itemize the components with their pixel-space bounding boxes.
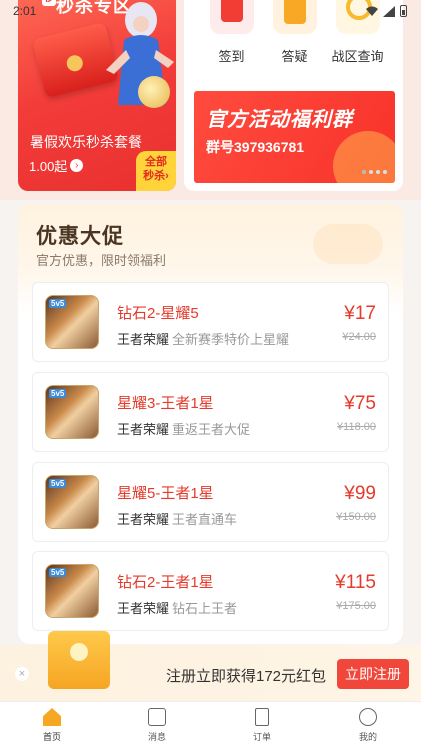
status-icons — [366, 5, 407, 17]
promo-item[interactable]: 5v5 星耀5-王者1星 王者荣耀 王者直通车 ¥99 ¥150.00 — [32, 462, 389, 542]
battery-icon — [400, 5, 407, 17]
status-bar: 2:01 — [0, 0, 421, 22]
item-description: 钻石上王者 — [172, 601, 238, 616]
tab-messages[interactable]: 消息 — [127, 708, 187, 743]
flash-sale-price: 1.00起 › — [29, 156, 84, 175]
promo-item[interactable]: 5v5 钻石2-星耀5 王者荣耀 全新赛季特价上星耀 ¥17 ¥24.00 — [32, 282, 389, 362]
cloud-decoration — [313, 224, 383, 264]
item-price: ¥115 — [335, 572, 376, 593]
order-icon — [255, 708, 269, 726]
register-promo-bar: × 注册立即获得172元红包 立即注册 — [0, 631, 421, 701]
game-tag: 5v5 — [49, 479, 67, 488]
item-original-price: ¥24.00 — [342, 331, 376, 343]
tab-label: 首页 — [42, 732, 61, 742]
item-price: ¥99 — [344, 483, 376, 504]
quick-action-label: 战区查询 — [331, 49, 384, 64]
tab-orders[interactable]: 订单 — [232, 708, 292, 743]
tab-label: 我的 — [358, 732, 377, 742]
home-icon — [43, 708, 61, 726]
item-original-price: ¥118.00 — [337, 421, 376, 433]
status-time: 2:01 — [13, 4, 37, 18]
game-thumbnail: 5v5 — [45, 295, 99, 349]
item-game: 王者荣耀 — [117, 512, 170, 527]
item-title: 钻石2-星耀5 — [117, 305, 199, 322]
red-envelope-gift-image — [48, 631, 110, 689]
flash-sale-card[interactable]: 秒 秒杀专区 暑假欢乐秒杀套餐 1.00起 › 全部 秒杀› — [18, 0, 176, 191]
item-title: 星耀5-王者1星 — [117, 485, 214, 502]
all-flash-label-1: 全部 — [145, 156, 167, 168]
promo-item[interactable]: 5v5 星耀3-王者1星 王者荣耀 重返王者大促 ¥75 ¥118.00 — [32, 372, 389, 452]
game-thumbnail: 5v5 — [45, 564, 99, 618]
item-price: ¥17 — [344, 303, 376, 324]
item-original-price: ¥175.00 — [336, 600, 376, 612]
tab-profile[interactable]: 我的 — [338, 708, 398, 743]
item-game: 王者荣耀 — [117, 332, 170, 347]
quick-actions-card: 签到 答疑 战区查询 官方活动福利群 群号397936781 — [184, 0, 403, 191]
all-flash-label-2: 秒杀› — [143, 170, 169, 182]
tab-home[interactable]: 首页 — [22, 708, 82, 743]
quick-action-label: 签到 — [218, 49, 245, 64]
banner-pagination — [362, 170, 387, 174]
flash-sale-price-text: 1.00起 — [29, 159, 68, 174]
flash-sale-package-name: 暑假欢乐秒杀套餐 — [30, 134, 142, 150]
item-original-price: ¥150.00 — [336, 511, 376, 523]
item-description: 王者直通车 — [172, 512, 238, 527]
gold-coin-image — [138, 76, 170, 108]
promo-section: 优惠大促 官方优惠，限时领福利 5v5 钻石2-星耀5 王者荣耀 全新赛季特价上… — [18, 204, 403, 644]
welfare-group-banner[interactable]: 官方活动福利群 群号397936781 — [194, 91, 395, 183]
item-description: 重返王者大促 — [172, 422, 251, 437]
tab-label: 消息 — [147, 732, 166, 742]
game-thumbnail: 5v5 — [45, 475, 99, 529]
banner-title: 官方活动福利群 — [206, 109, 353, 131]
banner-group-number: 群号397936781 — [206, 139, 305, 155]
game-tag: 5v5 — [49, 568, 67, 577]
item-title: 钻石2-王者1星 — [117, 574, 214, 591]
game-tag: 5v5 — [49, 299, 67, 308]
bottom-tab-bar: 首页 消息 订单 我的 — [0, 701, 421, 748]
all-flash-sale-button[interactable]: 全部 秒杀› — [136, 151, 176, 191]
quick-action-label: 答疑 — [281, 49, 308, 64]
promo-subtitle: 官方优惠，限时领福利 — [36, 253, 167, 268]
banner-decoration — [333, 131, 395, 183]
promo-title: 优惠大促 — [36, 225, 124, 248]
message-icon — [148, 708, 166, 726]
profile-icon — [359, 708, 377, 726]
item-game: 王者荣耀 — [117, 422, 170, 437]
register-now-button[interactable]: 立即注册 — [337, 659, 409, 689]
item-price: ¥75 — [344, 393, 376, 414]
tab-label: 订单 — [252, 732, 271, 742]
chevron-right-icon: › — [70, 159, 84, 172]
close-icon[interactable]: × — [15, 667, 29, 681]
promo-item[interactable]: 5v5 钻石2-王者1星 王者荣耀 钻石上王者 ¥115 ¥175.00 — [32, 551, 389, 631]
game-thumbnail: 5v5 — [45, 385, 99, 439]
item-title: 星耀3-王者1星 — [117, 395, 214, 412]
item-description: 全新赛季特价上星耀 — [172, 332, 290, 347]
game-tag: 5v5 — [49, 389, 67, 398]
register-promo-text: 注册立即获得172元红包 — [166, 668, 327, 685]
item-game: 王者荣耀 — [117, 601, 170, 616]
wifi-icon — [366, 6, 378, 16]
signal-icon — [383, 5, 395, 17]
